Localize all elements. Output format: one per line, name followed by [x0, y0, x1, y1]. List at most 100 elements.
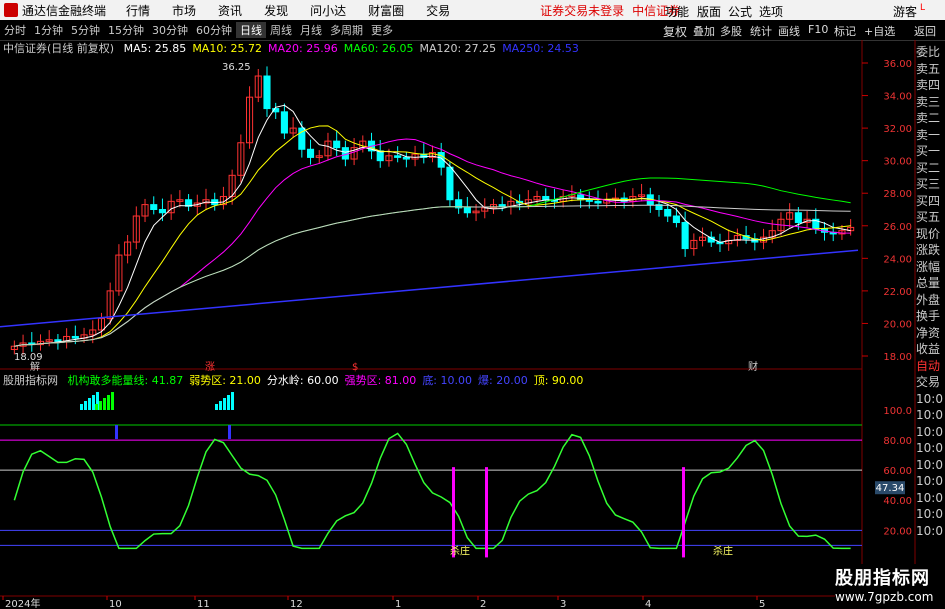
panel-item[interactable]: 10:0: [916, 424, 945, 441]
price-tick-label: 28.00: [883, 189, 912, 200]
candle-body: [402, 156, 410, 160]
quote-field-label: 卖二: [916, 111, 941, 125]
price-tick-label: 32.00: [883, 124, 912, 135]
current-value: 47.34: [876, 483, 905, 494]
indicator-label: 强势区: 81.00: [344, 374, 417, 387]
time-label: 3: [560, 599, 566, 609]
signal-bar: [111, 392, 114, 410]
signal-bar: [95, 404, 98, 410]
signal-bar: [103, 398, 106, 410]
candle-body: [681, 222, 689, 250]
price-tick-label: 36.00: [883, 59, 912, 70]
time-label: 2: [480, 599, 486, 609]
candle-body: [158, 209, 166, 214]
quote-field-label: 卖五: [916, 61, 941, 76]
signal-bar: [231, 392, 234, 410]
kill-marker: [452, 467, 455, 558]
candle-body: [150, 204, 158, 211]
quote-field-label: 卖三: [916, 94, 941, 109]
time-label: 2024年: [5, 597, 40, 609]
quote-field-label: 买三: [916, 177, 941, 191]
quote-field-label: 收益: [916, 342, 941, 356]
quote-field-label: 委比: [916, 45, 941, 59]
quote-field-label: 卖四: [916, 78, 941, 92]
signal-bar: [80, 404, 83, 410]
quote-field-label: 买五: [916, 210, 941, 224]
signal-bar: [88, 398, 91, 410]
energy-line: [13, 432, 851, 550]
quote-field-label: 涨跌: [916, 243, 941, 257]
price-tick-label: 24.00: [883, 254, 912, 265]
indicator-bar: 股朋指标网 机构敢多能量线: 41.87 弱势区: 21.00 分水岭: 60.00…: [0, 372, 583, 388]
signal-bar: [99, 401, 102, 410]
watermark-url: www.7gpzb.com: [835, 590, 934, 604]
time-label: 4: [645, 599, 651, 609]
price-tick-label: 20.00: [883, 319, 912, 330]
candle-body: [263, 75, 271, 110]
candle-body: [54, 339, 62, 342]
candle-body: [446, 166, 454, 201]
candle-body: [594, 200, 602, 204]
indicator-tick-label: 20.00: [883, 526, 912, 537]
time-label: 5: [759, 599, 765, 609]
signal-bar: [115, 425, 118, 440]
indicator-tick-label: 100.0: [883, 406, 912, 417]
panel-item[interactable]: 10:0: [916, 457, 945, 474]
panel-item[interactable]: 10:0: [916, 407, 945, 424]
signal-bar: [215, 404, 218, 410]
quote-field-label: 现价: [916, 226, 941, 241]
candle-body: [306, 148, 315, 158]
candle-body: [394, 155, 402, 158]
kill-label: 杀庄: [450, 544, 470, 557]
signal-bar: [92, 395, 95, 410]
signal-bar: [219, 401, 222, 410]
time-label: 1: [395, 599, 401, 609]
panel-item[interactable]: 交易: [916, 374, 945, 391]
quote-field-label: 卖一: [916, 127, 941, 142]
panel-item[interactable]: 10:0: [916, 490, 945, 507]
candle-body: [333, 140, 341, 149]
indicator-label: 顶: 90.00: [533, 374, 584, 387]
quote-field-label: 换手: [916, 309, 941, 323]
watermark: 股朋指标网 www.7gpzb.com: [835, 564, 945, 609]
kill-marker: [682, 467, 685, 558]
candle-body: [463, 207, 471, 214]
candle-body: [280, 111, 288, 134]
indicator-tick-label: 80.00: [883, 436, 912, 447]
indicator-tick-label: 60.00: [883, 466, 912, 477]
price-tick-label: 30.00: [883, 157, 912, 168]
time-label: 10: [109, 599, 122, 609]
candle-body: [71, 335, 79, 339]
indicator-label: 弱势区: 21.00: [189, 374, 261, 387]
quote-field-label: 买一: [916, 144, 941, 158]
panel-item[interactable]: 10:0: [916, 473, 945, 490]
indicator-label: 机构敢多能量线: 41.87: [67, 374, 184, 387]
candle-body: [498, 204, 506, 207]
high-annotation: 36.25: [222, 62, 251, 73]
quote-field-label: 涨幅: [916, 259, 941, 274]
price-tick-label: 26.00: [883, 222, 912, 233]
indicator-name[interactable]: 股朋指标网: [3, 374, 58, 387]
kill-marker: [485, 467, 488, 558]
kill-label: 杀庄: [713, 544, 733, 557]
price-tick-label: 18.00: [883, 352, 912, 363]
panel-item[interactable]: 自动: [916, 358, 945, 375]
panel-item[interactable]: 10:0: [916, 391, 945, 408]
quote-field-label: 买四: [916, 193, 941, 208]
signal-bar: [107, 395, 110, 410]
quote-field-label: 净资: [916, 325, 941, 340]
event-mark: 财: [748, 360, 758, 373]
panel-item[interactable]: 10:0: [916, 506, 945, 523]
panel-item[interactable]: 10:0: [916, 523, 945, 540]
candle-body: [542, 195, 550, 201]
panel-item[interactable]: 10:0: [916, 440, 945, 457]
kline-chart[interactable]: 36.00 34.00 32.00 30.00 28.00 26.00 24.00 22.00…: [0, 0, 945, 609]
ma250-line: [0, 249, 859, 328]
candle-body: [794, 212, 802, 224]
candle-body: [672, 215, 680, 224]
indicator-tick-label: 40.00: [883, 496, 912, 507]
quote-field-label: 外盘: [916, 292, 941, 307]
watermark-title: 股朋指标网: [835, 568, 930, 589]
quote-field-label: 总量: [916, 276, 941, 290]
quote-field-label: 买二: [916, 160, 941, 175]
